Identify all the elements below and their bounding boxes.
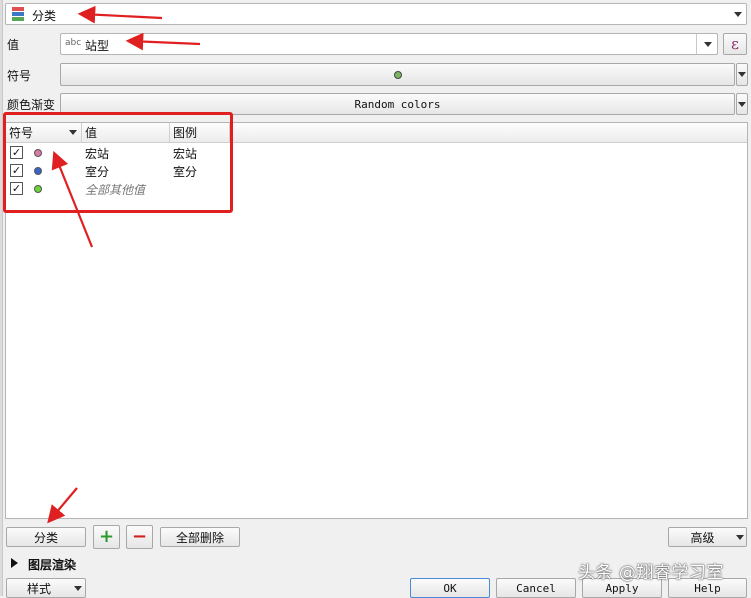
annotation-arrow xyxy=(47,487,78,524)
annotation-arrow xyxy=(125,32,201,51)
annotation-arrow xyxy=(77,5,163,24)
annotation-arrow xyxy=(51,150,94,248)
annotation-arrows xyxy=(47,5,201,524)
